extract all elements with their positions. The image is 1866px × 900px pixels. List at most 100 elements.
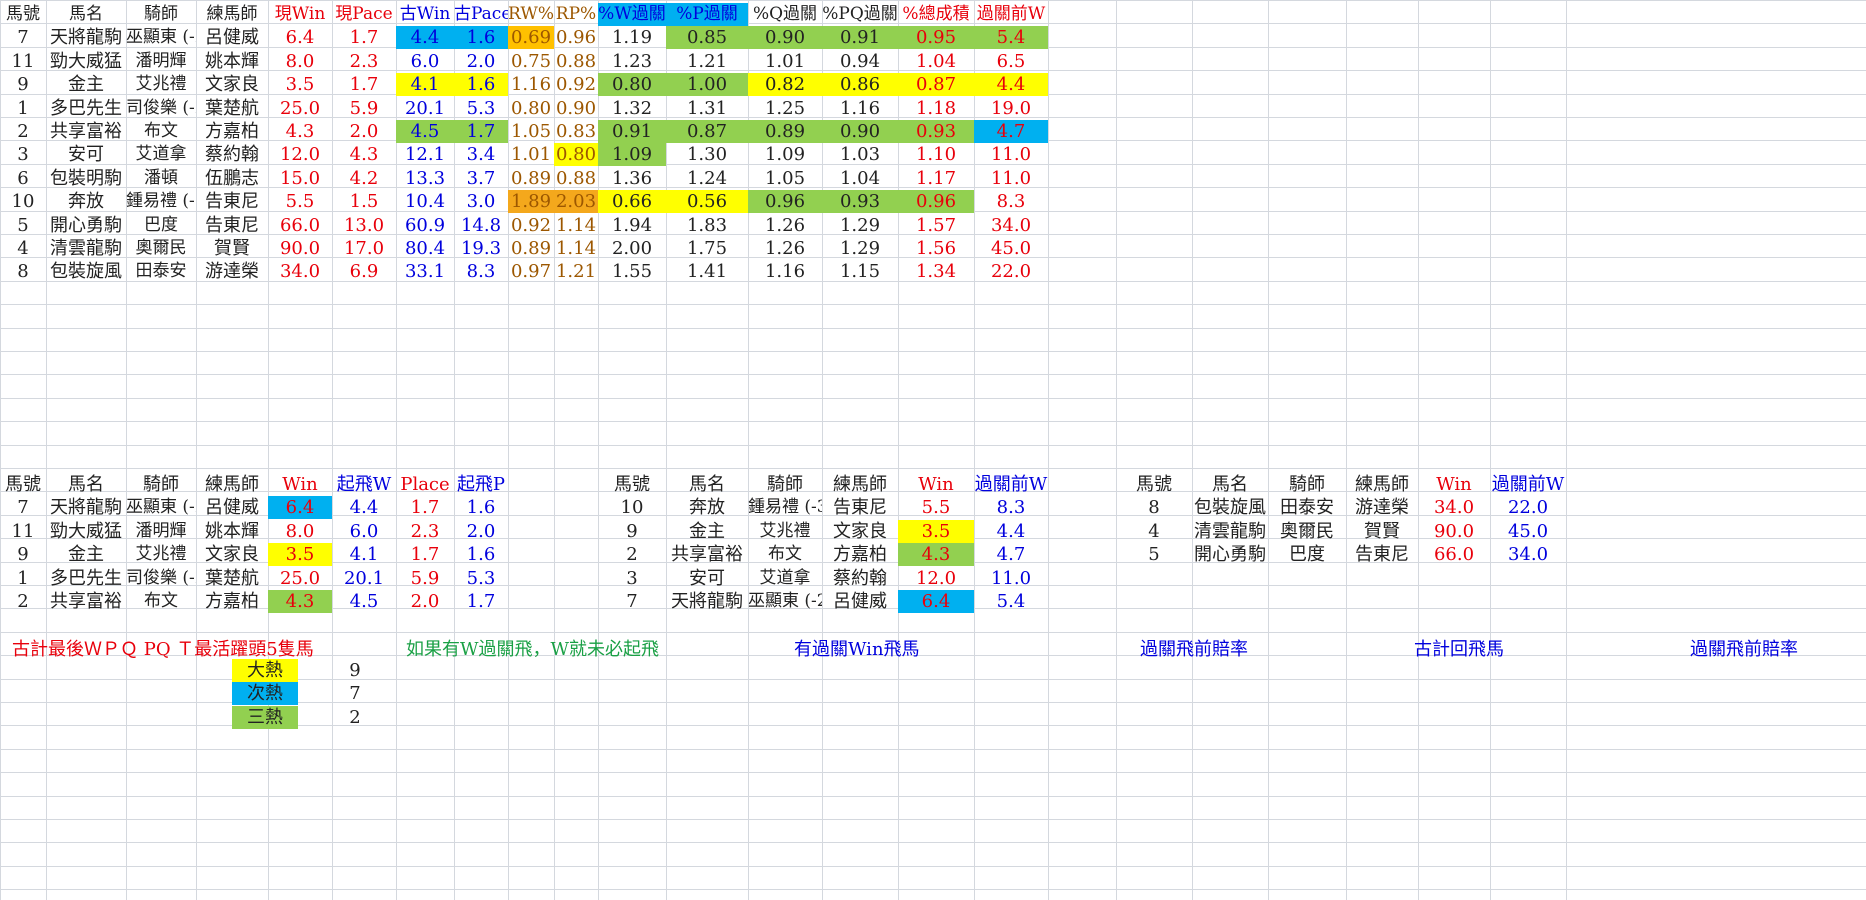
- bm-cell-r3-c1: 安可: [689, 567, 725, 589]
- top-cell-r4-c8: 1.05: [510, 121, 552, 142]
- bm-cell-r1-c4: 3.5: [898, 519, 974, 543]
- top-cell-r2-c4: 3.5: [285, 74, 315, 96]
- top-cell-r8-c7: 14.8: [460, 214, 502, 236]
- top-cell-r10-c4: 34.0: [279, 261, 321, 283]
- top-cell-r9-c10: 2.00: [611, 238, 653, 259]
- top-cell-r3-c8: 0.80: [510, 97, 552, 119]
- top-cell-r5-c1: 安可: [68, 144, 104, 166]
- bl-cell-r2-c4: 3.5: [268, 543, 332, 567]
- top-cell-r3-c9: 0.90: [555, 97, 597, 119]
- br-cell-r2-c4: 66.0: [1433, 544, 1475, 566]
- top-cell-r4-c13: 0.90: [822, 120, 898, 143]
- bm-cell-r0-c2: 鍾易禮 (-3: [748, 497, 822, 518]
- top-cell-r0-c15: 5.4: [974, 26, 1048, 50]
- br-cell-r0-c5: 22.0: [1507, 497, 1549, 519]
- bm-cell-r3-c2: 艾道拿: [759, 567, 811, 588]
- top-cell-r4-c14: 0.93: [898, 120, 974, 143]
- top-header-10: %W過關: [598, 3, 666, 26]
- bl-cell-r0-c2: 巫顯東 (-2: [126, 497, 196, 518]
- bl-cell-r4-c1: 共享富裕: [50, 591, 122, 612]
- top-cell-r3-c10: 1.32: [611, 97, 653, 119]
- note-pre-odds-mid: 過關飛前賠率: [1140, 639, 1248, 660]
- bm-cell-r4-c1: 天將龍駒: [671, 591, 743, 612]
- legend-label-1: 次熱: [232, 682, 298, 706]
- br-header-2: 騎師: [1289, 474, 1325, 495]
- top-cell-r7-c7: 3.0: [466, 191, 496, 213]
- top-cell-r10-c0: 8: [17, 261, 29, 283]
- top-cell-r5-c2: 艾道拿: [135, 144, 187, 165]
- top-cell-r7-c15: 8.3: [996, 191, 1026, 213]
- top-cell-r3-c13: 1.16: [839, 97, 881, 119]
- note-pre-odds-right: 過關飛前賠率: [1690, 639, 1798, 660]
- top-cell-r1-c6: 6.0: [410, 50, 440, 72]
- br-header-0: 馬號: [1136, 474, 1172, 495]
- top-cell-r4-c9: 0.83: [555, 121, 597, 142]
- top-cell-r5-c15: 11.0: [990, 144, 1032, 166]
- top-cell-r6-c9: 0.88: [555, 167, 597, 189]
- bl-cell-r4-c6: 2.0: [410, 591, 440, 612]
- top-cell-r10-c11: 1.41: [686, 261, 728, 283]
- top-cell-r1-c3: 姚本輝: [205, 50, 259, 72]
- br-cell-r0-c0: 8: [1148, 497, 1160, 519]
- top-cell-r7-c4: 5.5: [285, 191, 315, 213]
- bl-cell-r4-c2: 布文: [144, 591, 178, 611]
- br-header-3: 練馬師: [1355, 474, 1409, 495]
- bl-header-0: 馬號: [5, 474, 41, 495]
- top-cell-r4-c10: 0.91: [598, 120, 666, 143]
- top-cell-r10-c3: 游達榮: [205, 261, 259, 283]
- top-cell-r8-c11: 1.83: [686, 214, 728, 236]
- br-cell-r0-c1: 包裝旋風: [1194, 497, 1266, 519]
- top-cell-r6-c13: 1.04: [839, 167, 881, 189]
- top-cell-r3-c6: 20.1: [404, 97, 446, 119]
- top-cell-r9-c11: 1.75: [686, 238, 728, 259]
- note-win-flying: 有過關Win飛馬: [794, 639, 920, 660]
- top-cell-r3-c12: 1.25: [764, 97, 806, 119]
- top-cell-r8-c0: 5: [17, 214, 29, 236]
- top-cell-r6-c14: 1.17: [915, 167, 957, 189]
- br-cell-r0-c2: 田泰安: [1280, 497, 1334, 519]
- top-cell-r3-c1: 多巴先生: [50, 97, 122, 119]
- bl-cell-r0-c7: 1.6: [466, 497, 496, 519]
- top-cell-r3-c15: 19.0: [990, 97, 1032, 119]
- top-cell-r8-c13: 1.29: [839, 214, 881, 236]
- top-cell-r5-c9: 0.80: [554, 143, 598, 167]
- top-cell-r2-c12: 0.82: [748, 73, 822, 97]
- bm-header-1: 馬名: [689, 474, 725, 495]
- bl-cell-r3-c5: 20.1: [343, 567, 385, 589]
- br-cell-r1-c4: 90.0: [1433, 520, 1475, 542]
- bm-header-4: Win: [918, 474, 954, 495]
- top-header-4: 現Win: [274, 4, 326, 24]
- bl-header-1: 馬名: [68, 474, 104, 495]
- top-cell-r8-c5: 13.0: [343, 214, 385, 236]
- top-cell-r10-c13: 1.15: [839, 261, 881, 283]
- bl-cell-r0-c4: 6.4: [268, 496, 332, 520]
- top-cell-r8-c2: 巴度: [144, 214, 178, 235]
- top-cell-r1-c0: 11: [11, 50, 35, 72]
- br-cell-r1-c0: 4: [1148, 520, 1160, 542]
- top-cell-r6-c6: 13.3: [404, 167, 446, 189]
- top-cell-r1-c9: 0.88: [555, 50, 597, 72]
- top-cell-r2-c13: 0.86: [822, 73, 898, 97]
- top-cell-r4-c4: 4.3: [285, 121, 315, 142]
- top-cell-r6-c11: 1.24: [686, 167, 728, 189]
- top-cell-r7-c12: 0.96: [748, 190, 822, 214]
- bl-cell-r2-c6: 1.7: [410, 544, 440, 566]
- bl-cell-r2-c7: 1.6: [466, 544, 496, 566]
- bm-header-2: 騎師: [767, 474, 803, 495]
- top-cell-r6-c1: 包裝明駒: [50, 167, 122, 189]
- bl-header-5: 起飛W: [336, 474, 392, 495]
- top-header-5: 現Pace: [335, 4, 393, 24]
- top-cell-r8-c10: 1.94: [611, 214, 653, 236]
- top-cell-r1-c7: 2.0: [466, 50, 496, 72]
- br-cell-r1-c1: 清雲龍駒: [1194, 520, 1266, 542]
- top-cell-r1-c11: 1.21: [686, 50, 728, 72]
- top-cell-r8-c15: 34.0: [990, 214, 1032, 236]
- top-cell-r6-c15: 11.0: [990, 167, 1032, 189]
- top-header-7: 古Pace: [454, 4, 508, 24]
- top-cell-r4-c1: 共享富裕: [50, 121, 122, 142]
- top-cell-r4-c5: 2.0: [349, 121, 379, 142]
- top-cell-r0-c9: 0.96: [555, 27, 597, 49]
- bm-cell-r3-c5: 11.0: [990, 567, 1032, 589]
- top-cell-r10-c2: 田泰安: [135, 261, 187, 282]
- top-cell-r5-c8: 1.01: [510, 144, 552, 166]
